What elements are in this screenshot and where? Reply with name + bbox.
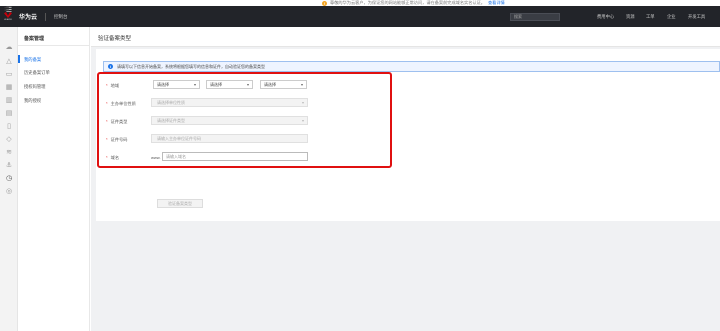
active-indicator xyxy=(18,55,20,63)
cloud-icon[interactable]: ☁ xyxy=(5,44,13,52)
info-icon: i xyxy=(108,64,113,69)
brand-name[interactable]: 华为云 xyxy=(19,12,37,21)
page-title-bar: 验证备案类型 xyxy=(91,27,720,47)
document-icon[interactable]: ▯ xyxy=(5,123,13,131)
hamburger-icon[interactable]: ≡ xyxy=(4,5,13,14)
icon-rail: ☰ ☁ △ ▭ ▦ ▥ ▤ ▯ ◇ ≋ ⚓ ◷ ◎ xyxy=(0,7,18,331)
console-link[interactable]: 控制台 xyxy=(54,14,68,20)
info-text: 请填写以下信息开始备案，系统将根据您填写的信息和证件，自动验证您的备案类型 xyxy=(117,63,265,69)
nav-resources[interactable]: 资源 xyxy=(626,6,635,27)
sidebar-divider xyxy=(18,45,90,46)
globe-icon[interactable]: ◎ xyxy=(5,188,13,196)
sidebar-title: 备案管理 xyxy=(24,36,45,42)
sidebar-item-my-authorization[interactable]: 我的授权 xyxy=(24,98,41,104)
nav-billing[interactable]: 费用中心 xyxy=(597,6,614,27)
grid-icon[interactable]: ▦ xyxy=(5,84,13,92)
page-title: 验证备案类型 xyxy=(98,36,132,42)
sidebar-item-my-filing[interactable]: 我的备案 xyxy=(24,57,41,63)
layers-icon[interactable]: ≋ xyxy=(5,149,13,157)
warning-icon: ! xyxy=(322,0,327,6)
top-header: HUAWEI 华为云 控制台 搜索 费用中心 资源 工单 企业 开发工具 xyxy=(0,6,720,27)
sidebar-item-history-orders[interactable]: 历史备案订单 xyxy=(24,70,50,76)
highlight-box xyxy=(97,72,392,168)
header-divider xyxy=(45,12,47,21)
shield-icon[interactable]: ◇ xyxy=(5,136,13,144)
verify-button[interactable]: 验证备案类型 xyxy=(157,199,203,208)
sidebar: 备案管理 我的备案 历史备案订单 授权码管理 我的授权 xyxy=(18,27,90,331)
search-input[interactable]: 搜索 xyxy=(510,13,560,21)
sidebar-item-auth-codes[interactable]: 授权码管理 xyxy=(24,84,45,90)
info-banner: i 请填写以下信息开始备案，系统将根据您填写的信息和证件，自动验证您的备案类型 xyxy=(103,61,720,72)
anchor-icon[interactable]: ⚓ xyxy=(5,162,13,170)
clock-icon[interactable]: ◷ xyxy=(5,175,13,183)
server-icon[interactable]: ▭ xyxy=(5,71,13,79)
chart-icon[interactable]: ▥ xyxy=(5,97,13,105)
nav-dev-tools[interactable]: 开发工具 xyxy=(688,6,705,27)
nav-enterprise[interactable]: 企业 xyxy=(667,6,676,27)
warning-icon[interactable]: △ xyxy=(5,58,13,66)
logo-text: HUAWEI xyxy=(4,19,12,21)
nav-tickets[interactable]: 工单 xyxy=(646,6,655,27)
database-icon[interactable]: ▤ xyxy=(5,110,13,118)
